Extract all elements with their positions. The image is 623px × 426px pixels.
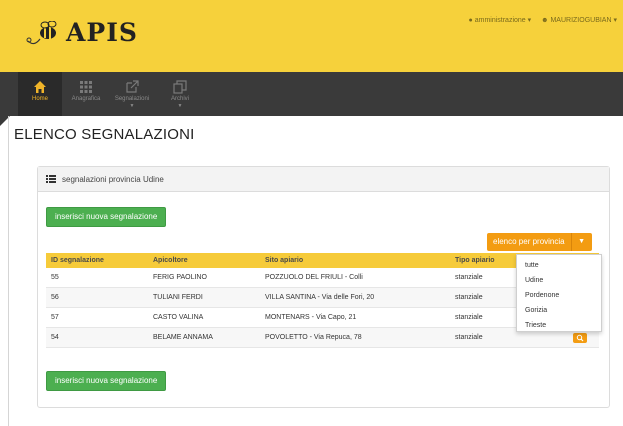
nav-anagrafica[interactable]: Anagrafica bbox=[64, 72, 108, 116]
logo-text: APIS bbox=[66, 18, 138, 47]
nav-home-label: Home bbox=[31, 96, 48, 102]
cell-apicoltore: FERIG PAOLINO bbox=[148, 268, 260, 288]
dropdown-option-gorizia[interactable]: Gorizia bbox=[517, 304, 601, 318]
dropdown-option-pordenone[interactable]: Pordenone bbox=[517, 289, 601, 303]
app-logo[interactable]: APIS bbox=[26, 18, 138, 47]
province-dropdown-menu: tutte Udine Pordenone Gorizia Trieste bbox=[516, 254, 602, 332]
province-filter-button[interactable]: elenco per provincia ▼ bbox=[487, 233, 592, 251]
cell-sito: POZZUOLO DEL FRIULI - Colli bbox=[260, 268, 450, 288]
nav-archivi[interactable]: Archivi ▼ bbox=[158, 72, 202, 116]
panel-heading: segnalazioni provincia Udine bbox=[38, 167, 609, 192]
page-title: ELENCO SEGNALAZIONI bbox=[14, 126, 195, 143]
list-icon bbox=[46, 175, 56, 183]
cell-apicoltore: CASTO VALINA bbox=[148, 307, 260, 328]
cell-sito: VILLA SANTINA - Via delle Fori, 20 bbox=[260, 287, 450, 308]
cell-id: 56 bbox=[46, 287, 148, 308]
search-icon bbox=[576, 334, 584, 341]
grid-icon bbox=[80, 81, 92, 93]
cell-id: 54 bbox=[46, 327, 148, 348]
chevron-down-icon: ▼ bbox=[578, 238, 586, 245]
add-report-button[interactable]: inserisci nuova segnalazione bbox=[46, 207, 167, 227]
nav-anagrafica-label: Anagrafica bbox=[71, 96, 101, 102]
cell-apicoltore: BELAME ANNAMA bbox=[148, 327, 260, 348]
cell-sito: POVOLETTO - Via Repuca, 78 bbox=[260, 327, 450, 348]
col-apicoltore[interactable]: Apicoltore bbox=[148, 253, 260, 268]
panel-heading-text: segnalazioni provincia Udine bbox=[62, 174, 164, 184]
nav-archivi-label: Archivi bbox=[170, 96, 189, 102]
cell-id: 57 bbox=[46, 307, 148, 328]
bee-logo-icon bbox=[26, 20, 57, 44]
user-account-label: MAURIZIOGUBIAN bbox=[550, 17, 612, 24]
cell-id: 55 bbox=[46, 268, 148, 288]
dropdown-option-tutte[interactable]: tutte bbox=[517, 259, 601, 273]
dropdown-option-trieste[interactable]: Trieste bbox=[517, 319, 601, 333]
admin-menu-link[interactable]: ● amministrazione ▾ bbox=[469, 16, 532, 24]
add-report-bottom-button[interactable]: inserisci nuova segnalazione bbox=[46, 371, 167, 391]
chevron-down-icon: ▼ bbox=[129, 103, 135, 109]
external-link-icon bbox=[126, 80, 139, 93]
home-icon bbox=[34, 81, 46, 93]
app-header: APIS ● amministrazione ▾ ☻ MAURIZIOGUBIA… bbox=[0, 0, 623, 72]
cell-sito: MONTENARS - Via Capo, 21 bbox=[260, 307, 450, 328]
user-account-link[interactable]: ☻ MAURIZIOGUBIAN ▾ bbox=[541, 16, 617, 24]
view-report-button[interactable] bbox=[573, 332, 587, 343]
user-menu: ● amministrazione ▾ ☻ MAURIZIOGUBIAN ▾ bbox=[469, 16, 617, 24]
cell-apicoltore: TULIANI FERDI bbox=[148, 287, 260, 308]
dropdown-option-udine[interactable]: Udine bbox=[517, 274, 601, 288]
copy-icon bbox=[173, 80, 187, 94]
main-navbar: Home Anagrafica Segnalazioni ▼ Archivi ▼ bbox=[0, 72, 623, 116]
nav-segnalazioni-label: Segnalazioni bbox=[114, 96, 150, 102]
col-id[interactable]: ID segnalazione bbox=[46, 253, 148, 268]
province-filter-label: elenco per provincia bbox=[487, 233, 572, 251]
nav-home[interactable]: Home bbox=[18, 72, 62, 116]
chevron-down-icon: ▼ bbox=[177, 103, 183, 109]
nav-segnalazioni[interactable]: Segnalazioni ▼ bbox=[110, 72, 154, 116]
content-left-border bbox=[8, 116, 9, 426]
col-sito[interactable]: Sito apiario bbox=[260, 253, 450, 268]
admin-menu-label: amministrazione bbox=[474, 17, 526, 24]
